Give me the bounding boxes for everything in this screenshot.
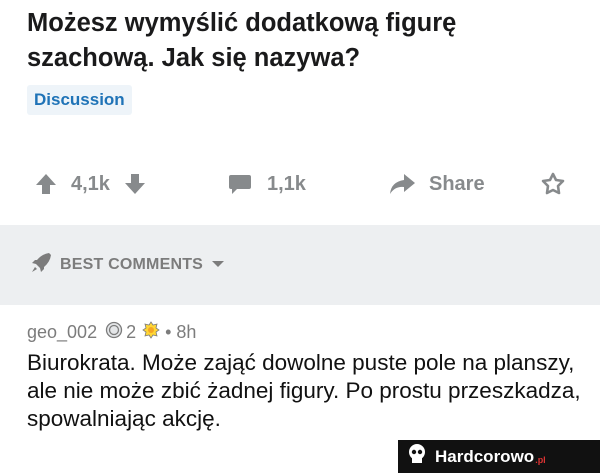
comments-button[interactable]: 1,1k	[227, 163, 306, 205]
rocket-icon	[28, 250, 54, 281]
meta-separator: •	[165, 321, 172, 342]
comment-icon	[227, 171, 253, 197]
share-icon	[387, 171, 417, 197]
vote-group: 4,1k	[33, 163, 148, 205]
skull-icon	[404, 442, 430, 471]
comment-body: Biurokrata. Może zająć dowolne puste pol…	[27, 350, 581, 431]
award-button[interactable]	[540, 163, 566, 205]
share-button[interactable]: Share	[387, 163, 485, 205]
silver-award-icon	[105, 321, 123, 344]
upvote-icon[interactable]	[33, 171, 59, 197]
comment-author[interactable]: geo_002	[27, 322, 97, 343]
downvote-icon[interactable]	[122, 171, 148, 197]
post-title: Możesz wymyślić dodatkową figurę szachow…	[27, 9, 457, 72]
best-comments-label: BEST COMMENTS	[60, 256, 204, 273]
comment-meta: geo_002 2 • 8h	[27, 319, 196, 345]
award-count: 2	[126, 321, 137, 342]
share-label: Share	[429, 172, 485, 195]
award-icon	[540, 171, 566, 197]
watermark-text: Hardcorowo	[435, 446, 535, 466]
watermark-tld: .pl	[535, 454, 546, 465]
comment-time: 8h	[176, 321, 197, 342]
flair-badge[interactable]: Discussion	[27, 85, 132, 115]
upvote-count: 4,1k	[71, 172, 110, 195]
best-comments-sort[interactable]: BEST COMMENTS	[28, 251, 225, 279]
comment-count: 1,1k	[267, 172, 306, 195]
chevron-down-icon	[211, 256, 225, 274]
gold-award-icon	[142, 320, 160, 344]
post-actions-bar: 4,1k 1,1k Share	[0, 163, 600, 205]
watermark: Hardcorowo .pl	[398, 440, 600, 473]
